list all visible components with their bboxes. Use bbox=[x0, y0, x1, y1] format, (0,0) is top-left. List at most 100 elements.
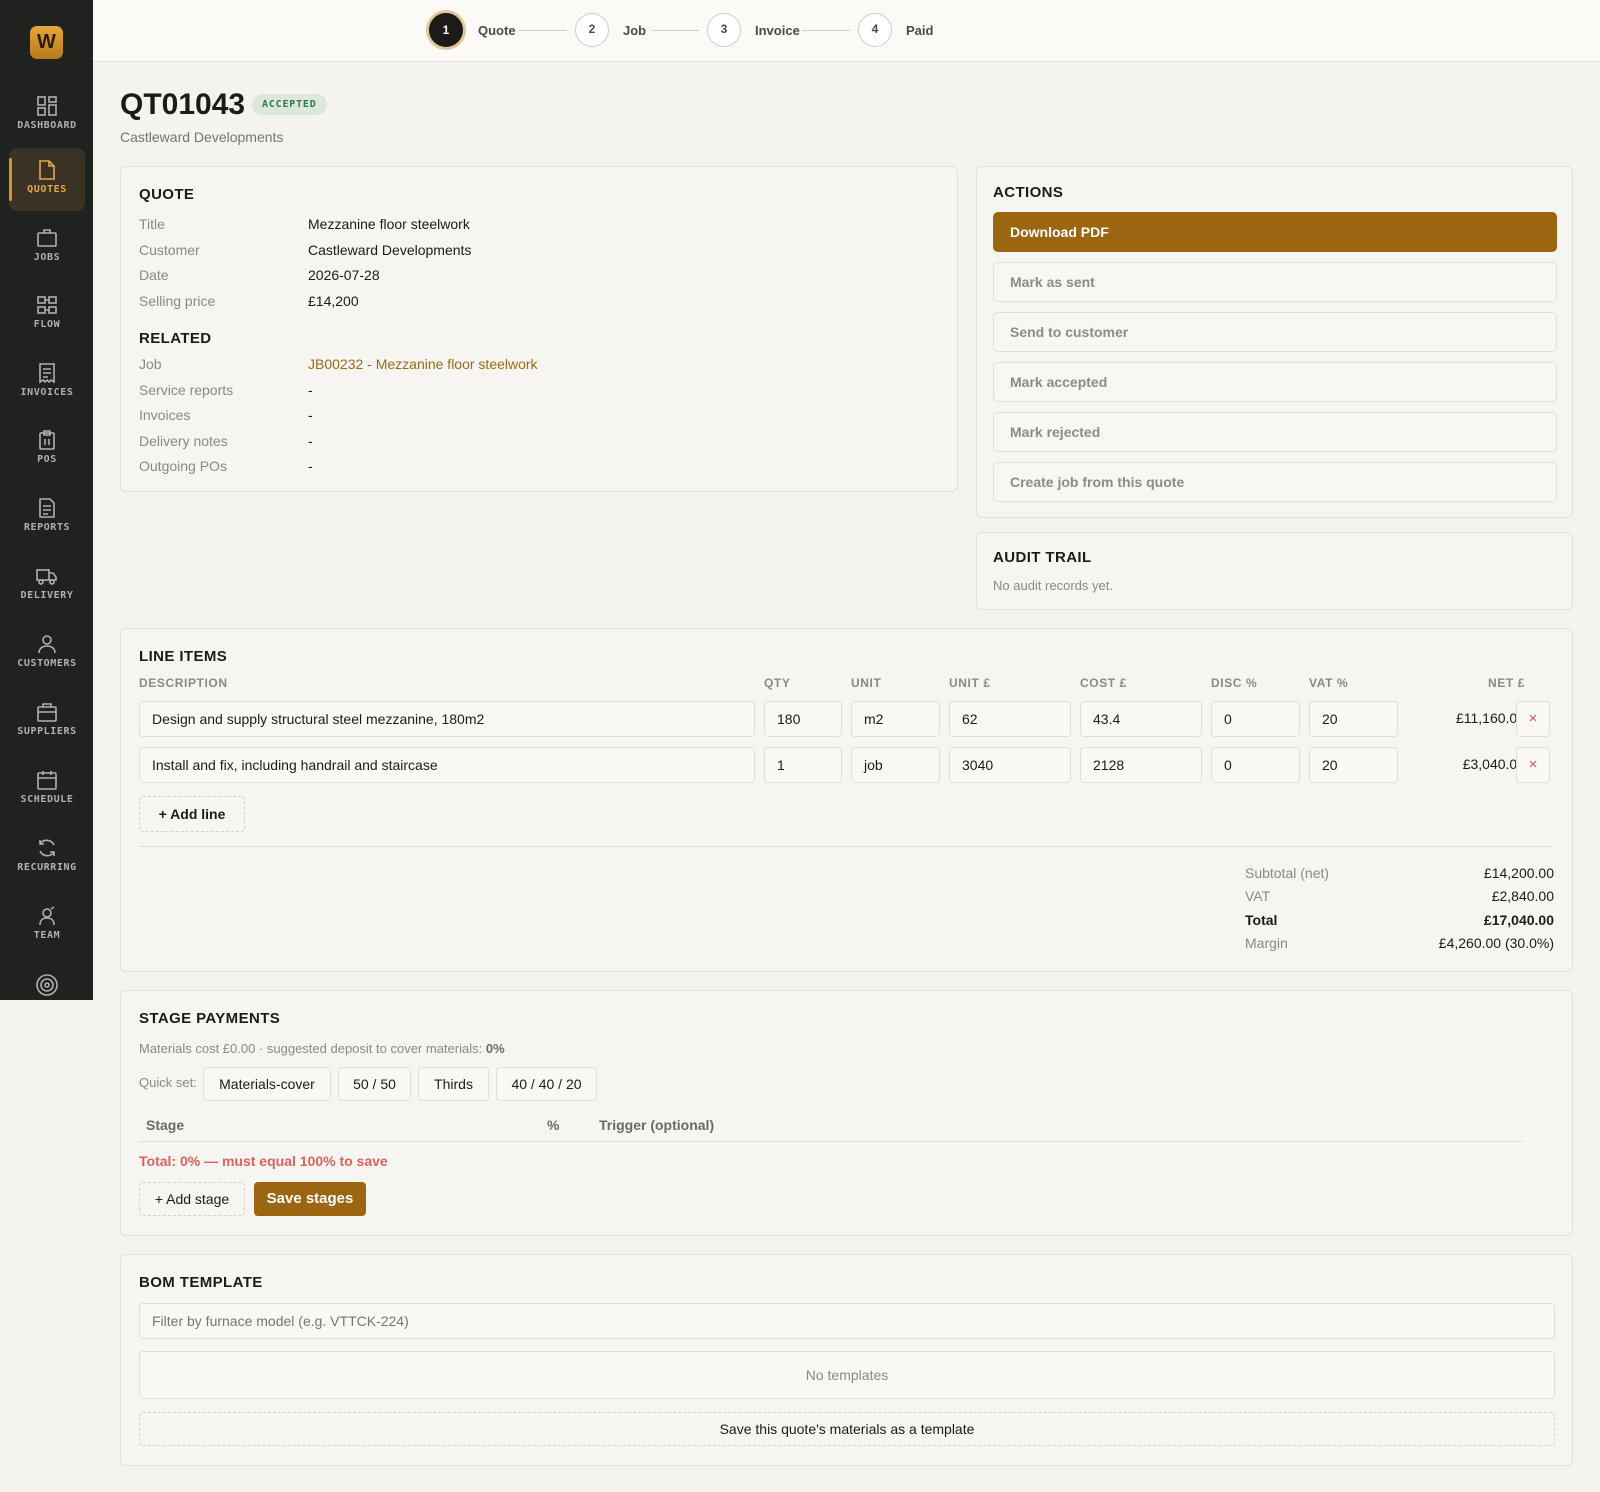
qty-input[interactable]: 180 bbox=[764, 701, 842, 737]
related-job-link[interactable]: JB00232 - Mezzanine floor steelwork bbox=[308, 356, 538, 372]
sidebar-item-suppliers[interactable]: SUPPLIERS bbox=[9, 690, 85, 753]
total-label: Total bbox=[1245, 912, 1278, 928]
sidebar-item-label: TEAM bbox=[33, 930, 61, 941]
step-paid-number[interactable]: 4 bbox=[858, 13, 892, 47]
quick-set-label: Quick set: bbox=[139, 1075, 197, 1090]
sidebar-item-flow[interactable]: FLOW bbox=[9, 283, 85, 346]
calendar-icon bbox=[37, 771, 57, 790]
description-input[interactable]: Install and fix, including handrail and … bbox=[139, 747, 755, 783]
bom-heading: BOM TEMPLATE bbox=[139, 1274, 263, 1291]
stage-column-header: Stage bbox=[146, 1117, 185, 1133]
preset-40-40-20-button[interactable]: 40 / 40 / 20 bbox=[496, 1067, 597, 1101]
vat-input[interactable]: 20 bbox=[1309, 747, 1398, 783]
step-quote-number[interactable]: 1 bbox=[429, 13, 463, 47]
step-invoice-label: Invoice bbox=[755, 23, 800, 38]
sidebar-item-delivery[interactable]: DELIVERY bbox=[9, 554, 85, 617]
send-to-customer-button[interactable]: Send to customer bbox=[993, 312, 1557, 352]
step-job-label: Job bbox=[623, 23, 647, 38]
delete-line-button[interactable]: × bbox=[1516, 747, 1550, 783]
save-stages-button[interactable]: Save stages bbox=[254, 1182, 366, 1216]
sidebar-item-team[interactable]: TEAM bbox=[9, 894, 85, 957]
sidebar-item-label: FLOW bbox=[33, 319, 61, 330]
related-label: Outgoing POs bbox=[139, 458, 227, 474]
customer-subtitle: Castleward Developments bbox=[120, 129, 284, 145]
step-job-number[interactable]: 2 bbox=[575, 13, 609, 47]
sidebar-item-label: DELIVERY bbox=[20, 590, 74, 601]
actions-card: ACTIONS Download PDF Mark as sent Send t… bbox=[976, 166, 1573, 518]
report-icon bbox=[39, 498, 55, 518]
cost-input[interactable]: 43.4 bbox=[1080, 701, 1202, 737]
team-icon bbox=[39, 906, 55, 926]
unit-price-input[interactable]: 3040 bbox=[949, 747, 1071, 783]
subtotal-value: £14,200.00 bbox=[1483, 865, 1554, 881]
sidebar-item-label: QUOTES bbox=[27, 184, 67, 195]
download-pdf-button[interactable]: Download PDF bbox=[993, 212, 1557, 252]
line-items-card: LINE ITEMS DESCRIPTION QTY UNIT UNIT £ C… bbox=[120, 628, 1573, 972]
preset-50-50-button[interactable]: 50 / 50 bbox=[338, 1067, 411, 1101]
step-connector bbox=[651, 30, 699, 31]
sidebar-item-quotes[interactable]: QUOTES bbox=[9, 148, 85, 211]
document-icon bbox=[39, 160, 55, 180]
divider bbox=[139, 846, 1554, 847]
sidebar-item-jobs[interactable]: JOBS bbox=[9, 216, 85, 279]
sidebar-item-label: REPORTS bbox=[23, 522, 71, 533]
delete-line-button[interactable]: × bbox=[1516, 701, 1550, 737]
net-value: £11,160.00 bbox=[1455, 710, 1525, 726]
sidebar-item-schedule[interactable]: SCHEDULE bbox=[9, 758, 85, 821]
receipt-icon bbox=[39, 363, 55, 384]
unit-input[interactable]: m2 bbox=[851, 701, 940, 737]
sidebar-item-label: CUSTOMERS bbox=[17, 658, 77, 669]
sidebar-item-dashboard[interactable]: DASHBOARD bbox=[9, 84, 85, 147]
column-header: NET £ bbox=[1487, 676, 1525, 690]
audit-empty-text: No audit records yet. bbox=[993, 578, 1113, 593]
line-items-heading: LINE ITEMS bbox=[139, 648, 228, 665]
field-value: £14,200 bbox=[308, 293, 359, 309]
divider bbox=[139, 1141, 1523, 1142]
column-header: UNIT bbox=[851, 676, 882, 690]
preset-thirds-button[interactable]: Thirds bbox=[418, 1067, 489, 1101]
sidebar-item-label: POS bbox=[37, 454, 57, 465]
flow-icon bbox=[37, 296, 57, 314]
total-value: £17,040.00 bbox=[1483, 912, 1554, 928]
description-input[interactable]: Design and supply structural steel mezza… bbox=[139, 701, 755, 737]
qty-input[interactable]: 1 bbox=[764, 747, 842, 783]
sidebar-item-label: RECURRING bbox=[17, 862, 77, 873]
save-as-template-button[interactable]: Save this quote's materials as a templat… bbox=[139, 1412, 1555, 1446]
target-icon[interactable] bbox=[35, 973, 59, 997]
discount-input[interactable]: 0 bbox=[1211, 747, 1300, 783]
vat-value: £2,840.00 bbox=[1491, 888, 1554, 904]
step-invoice-number[interactable]: 3 bbox=[707, 13, 741, 47]
add-stage-button[interactable]: + Add stage bbox=[139, 1182, 245, 1216]
net-value: £3,040.00 bbox=[1462, 756, 1525, 772]
unit-input[interactable]: job bbox=[851, 747, 940, 783]
suggested-deposit-value: 0% bbox=[485, 1041, 505, 1056]
create-job-button[interactable]: Create job from this quote bbox=[993, 462, 1557, 502]
sidebar-item-customers[interactable]: CUSTOMERS bbox=[9, 622, 85, 685]
materials-note-text: Materials cost £0.00 · suggested deposit… bbox=[139, 1041, 486, 1056]
sidebar-item-label: SCHEDULE bbox=[20, 794, 74, 805]
add-line-button[interactable]: + Add line bbox=[139, 796, 245, 832]
page-title: QT01043 bbox=[120, 88, 246, 121]
related-label: Invoices bbox=[139, 407, 191, 423]
sidebar-item-reports[interactable]: REPORTS bbox=[9, 486, 85, 549]
mark-sent-button[interactable]: Mark as sent bbox=[993, 262, 1557, 302]
cost-input[interactable]: 2128 bbox=[1080, 747, 1202, 783]
mark-rejected-button[interactable]: Mark rejected bbox=[993, 412, 1557, 452]
related-heading: RELATED bbox=[139, 330, 212, 347]
field-label: Selling price bbox=[139, 293, 216, 309]
sidebar-item-label: DASHBOARD bbox=[17, 120, 77, 131]
sidebar-item-pos[interactable]: POS bbox=[9, 418, 85, 481]
bom-filter-input[interactable] bbox=[139, 1303, 1555, 1339]
unit-price-input[interactable]: 62 bbox=[949, 701, 1071, 737]
truck-icon bbox=[36, 569, 57, 585]
vat-input[interactable]: 20 bbox=[1309, 701, 1398, 737]
mark-accepted-button[interactable]: Mark accepted bbox=[993, 362, 1557, 402]
bom-empty-state: No templates bbox=[139, 1351, 1555, 1399]
sidebar-item-recurring[interactable]: RECURRING bbox=[9, 826, 85, 889]
preset-materials-cover-button[interactable]: Materials-cover bbox=[203, 1067, 331, 1101]
sidebar-item-invoices[interactable]: INVOICES bbox=[9, 351, 85, 414]
field-label: Date bbox=[139, 267, 169, 283]
quote-heading: QUOTE bbox=[139, 186, 195, 203]
app-logo[interactable]: W bbox=[30, 26, 63, 59]
discount-input[interactable]: 0 bbox=[1211, 701, 1300, 737]
